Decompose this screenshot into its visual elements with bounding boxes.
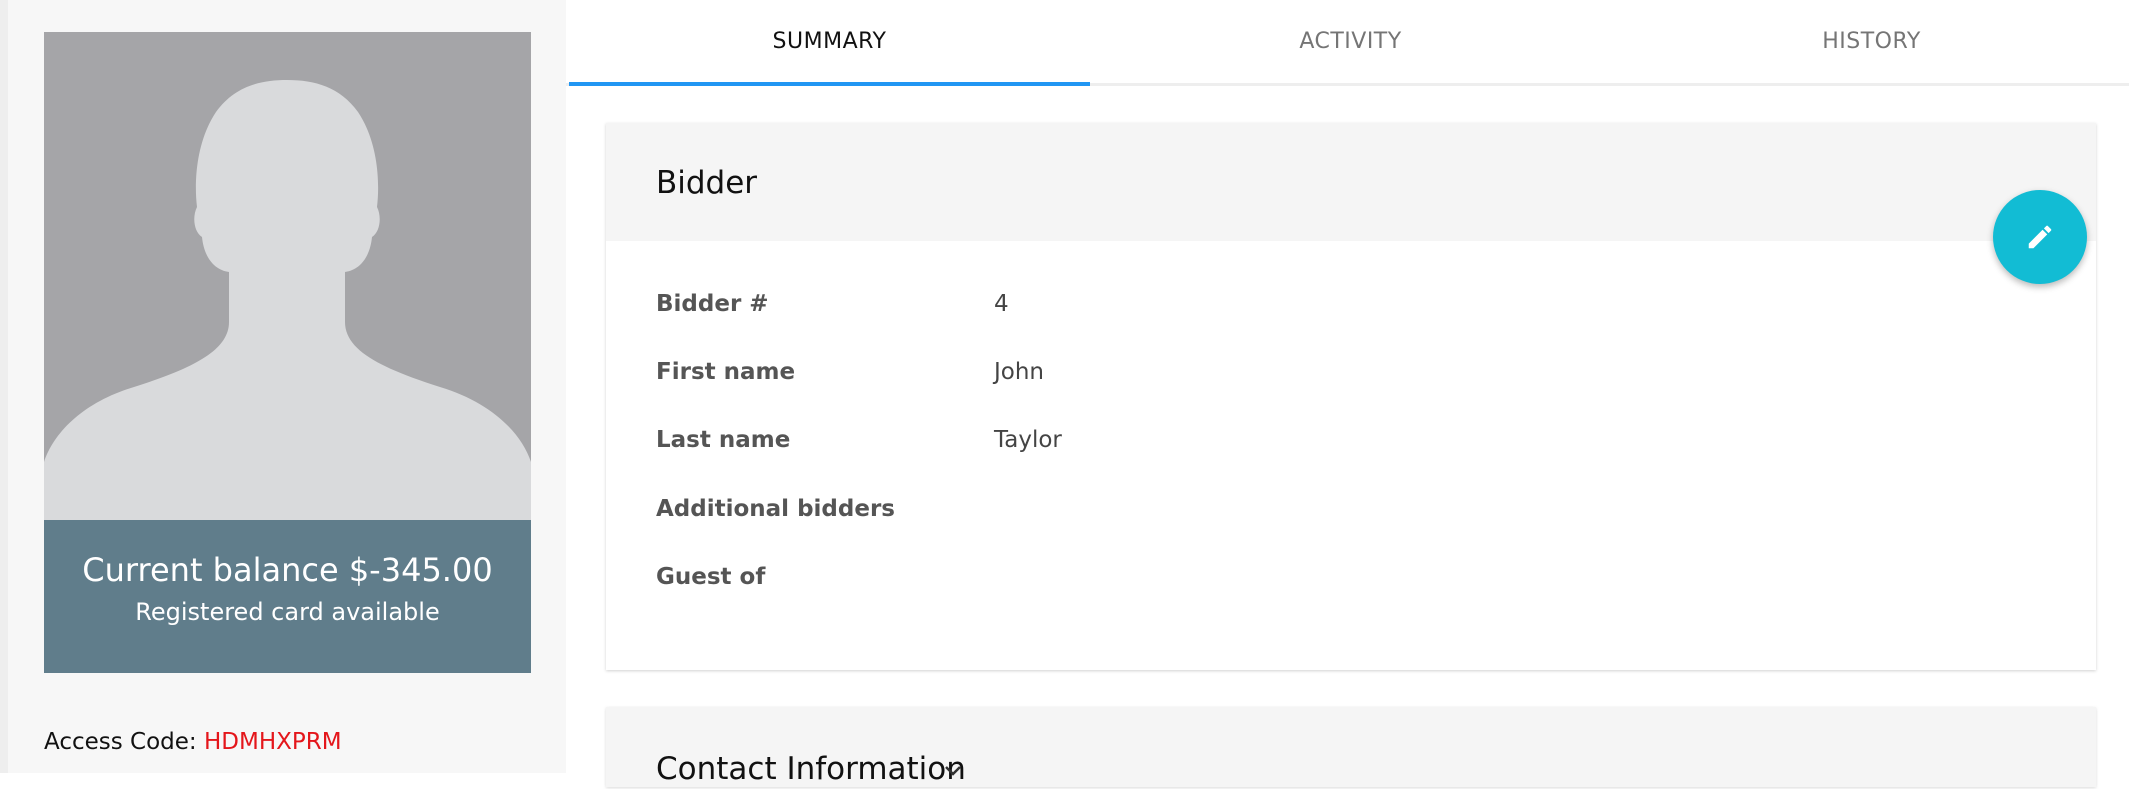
chevron-down-icon xyxy=(945,766,961,776)
field-value: 4 xyxy=(994,291,1009,317)
field-row-bidder-number: Bidder # 4 xyxy=(656,287,1856,321)
field-value: Taylor xyxy=(994,427,1062,453)
bidder-card: Bidder Bidder # 4 First name John Last n… xyxy=(606,123,2096,670)
tab-summary[interactable]: SUMMARY xyxy=(569,0,1090,86)
panel-edge xyxy=(0,0,8,773)
field-row-guest-of: Guest of xyxy=(656,560,1856,594)
active-tab-indicator xyxy=(569,82,1090,86)
field-row-first-name: First name John xyxy=(656,355,1856,389)
tab-history[interactable]: HISTORY xyxy=(1611,0,2129,86)
field-label: Guest of xyxy=(656,564,766,590)
access-code: Access Code: HDMHXPRM xyxy=(44,727,342,757)
tab-bar: SUMMARY ACTIVITY HISTORY xyxy=(566,0,2129,86)
bidder-card-title: Bidder xyxy=(656,165,758,201)
bidder-card-header: Bidder xyxy=(606,123,2096,241)
field-label: Bidder # xyxy=(656,291,769,317)
field-row-additional-bidders: Additional bidders xyxy=(656,492,1856,526)
avatar xyxy=(44,32,531,520)
access-code-label: Access Code: xyxy=(44,729,197,755)
pencil-icon xyxy=(2028,225,2052,249)
tab-activity[interactable]: ACTIVITY xyxy=(1090,0,1611,86)
field-label: First name xyxy=(656,359,796,385)
edit-bidder-button[interactable] xyxy=(1993,190,2087,284)
profile-panel: Current balance $-345.00 Registered card… xyxy=(0,0,566,773)
field-label: Last name xyxy=(656,427,791,453)
person-silhouette-icon xyxy=(44,80,531,520)
access-code-value: HDMHXPRM xyxy=(204,729,342,755)
contact-information-card[interactable]: Contact Information xyxy=(606,707,2096,787)
field-row-last-name: Last name Taylor xyxy=(656,423,1856,457)
profile-card: Current balance $-345.00 Registered card… xyxy=(44,32,531,673)
field-label: Additional bidders xyxy=(656,496,895,522)
card-status: Registered card available xyxy=(135,598,440,626)
field-value: John xyxy=(994,359,1045,385)
main-content: SUMMARY ACTIVITY HISTORY Bidder Bidder #… xyxy=(566,0,2129,787)
contact-information-title: Contact Information xyxy=(656,751,966,787)
current-balance: Current balance $-345.00 xyxy=(82,551,493,589)
balance-box: Current balance $-345.00 Registered card… xyxy=(44,520,531,673)
